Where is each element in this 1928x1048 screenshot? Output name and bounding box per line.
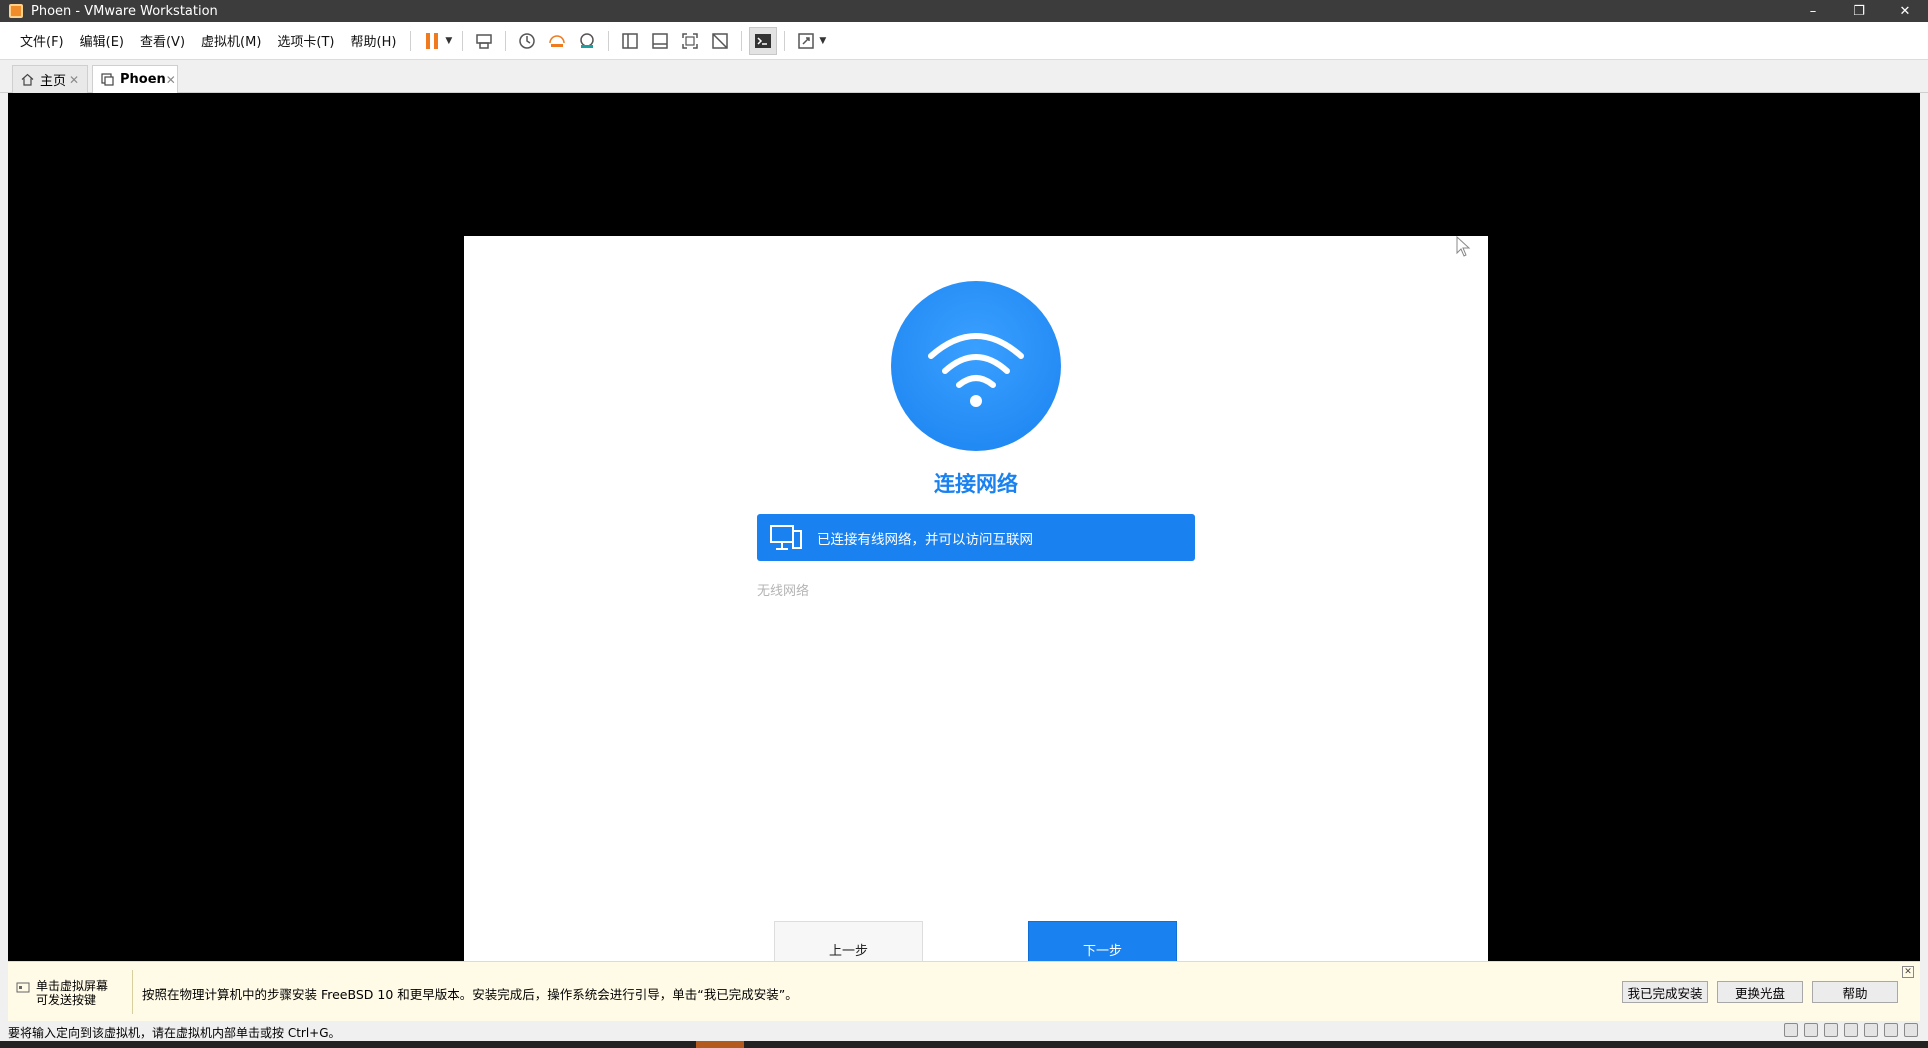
revert-snapshot-icon: [549, 34, 566, 47]
keyboard-send-icon: [16, 981, 30, 995]
toolbar-divider: [505, 30, 507, 51]
hint-divider: [132, 970, 133, 1014]
hard-disk-icon[interactable]: [1784, 1023, 1798, 1037]
click-screen-hint-text: 单击虚拟屏幕可发送按键: [36, 979, 109, 1007]
pause-button[interactable]: [418, 27, 446, 55]
wireless-network-label: 无线网络: [757, 584, 810, 599]
toolbar-divider: [410, 30, 412, 51]
vm-display[interactable]: 连接网络 已连接有线网络，并可以访问互联网 无线网络 上一步 下一步: [8, 93, 1920, 1003]
menu-toolbar: 文件(F) 编辑(E) 查看(V) 虚拟机(M) 选项卡(T) 帮助(H) ▼ …: [0, 22, 1928, 60]
tab-vm[interactable]: Phoen ✕: [92, 65, 178, 93]
install-hint-bar: 单击虚拟屏幕可发送按键 按照在物理计算机中的步骤安装 FreeBSD 10 和更…: [8, 961, 1920, 1021]
fullscreen-button[interactable]: [676, 27, 704, 55]
snapshot-icon: [519, 32, 536, 49]
tab-home[interactable]: 主页 ✕: [12, 65, 88, 93]
snapshot-button[interactable]: [513, 27, 541, 55]
change-disc-button[interactable]: 更换光盘: [1717, 981, 1803, 1003]
taskbar-active-app[interactable]: [696, 1041, 744, 1048]
click-screen-hint: 单击虚拟屏幕可发送按键: [16, 979, 118, 1007]
menu-tabs[interactable]: 选项卡(T): [269, 31, 342, 50]
menu-help[interactable]: 帮助(H): [343, 31, 405, 50]
toolbar-divider: [741, 30, 743, 51]
mouse-cursor-icon: [1456, 235, 1472, 262]
console-view-button[interactable]: [749, 26, 778, 55]
status-bar: 要将输入定向到该虚拟机，请在虚拟机内部单击或按 Ctrl+G。: [0, 1021, 1928, 1041]
snapshot-manager-button[interactable]: [573, 27, 601, 55]
tab-home-close-icon[interactable]: ✕: [69, 73, 79, 87]
fullscreen-icon: [682, 32, 699, 49]
revert-snapshot-button[interactable]: [543, 27, 571, 55]
sound-card-icon[interactable]: [1844, 1023, 1858, 1037]
vmware-app-icon: [9, 4, 23, 18]
unity-icon: [712, 32, 729, 49]
menu-vm[interactable]: 虚拟机(M): [193, 31, 269, 50]
send-ctrl-alt-del-icon: [476, 33, 493, 49]
printer-icon[interactable]: [1864, 1023, 1878, 1037]
network-adapter-icon[interactable]: [1824, 1023, 1838, 1037]
home-icon: [21, 73, 34, 86]
pause-dropdown-caret[interactable]: ▼: [445, 36, 452, 46]
stretch-dropdown-caret[interactable]: ▼: [819, 36, 826, 46]
vm-icon: [101, 73, 114, 86]
restore-button[interactable]: ❐: [1836, 0, 1882, 22]
stretch-button[interactable]: [792, 27, 820, 55]
wired-network-status: 已连接有线网络，并可以访问互联网: [817, 531, 1033, 548]
stretch-icon: [798, 32, 815, 49]
menu-file[interactable]: 文件(F): [12, 31, 72, 50]
wifi-badge: [891, 281, 1061, 451]
menu-edit[interactable]: 编辑(E): [72, 31, 132, 50]
minimize-button[interactable]: –: [1790, 0, 1836, 22]
tab-vm-close-icon[interactable]: ✕: [166, 73, 176, 87]
install-hint-message: 按照在物理计算机中的步骤安装 FreeBSD 10 和更早版本。安装完成后，操作…: [142, 987, 798, 1002]
wired-network-icon: [769, 523, 803, 553]
close-button[interactable]: ✕: [1882, 0, 1928, 22]
device-status-icons: [1784, 1023, 1918, 1037]
os-taskbar: [0, 1041, 1928, 1048]
window-title: Phoen - VMware Workstation: [31, 3, 218, 19]
unity-button[interactable]: [706, 27, 734, 55]
tab-home-label: 主页: [40, 74, 67, 89]
status-text: 要将输入定向到该虚拟机，请在虚拟机内部单击或按 Ctrl+G。: [8, 1026, 341, 1040]
tab-bar: 主页 ✕ Phoen ✕: [0, 61, 1928, 93]
thumbnail-icon: [652, 32, 669, 49]
setup-dialog: 连接网络 已连接有线网络，并可以访问互联网 无线网络 上一步 下一步: [464, 236, 1488, 1003]
setup-title: 连接网络: [934, 472, 1018, 496]
cd-dvd-icon[interactable]: [1804, 1023, 1818, 1037]
library-icon: [622, 32, 639, 49]
message-log-icon[interactable]: [1904, 1023, 1918, 1037]
wired-network-item[interactable]: 已连接有线网络，并可以访问互联网: [757, 514, 1195, 561]
tab-vm-label: Phoen: [120, 72, 166, 87]
hint-help-button[interactable]: 帮助: [1812, 981, 1898, 1003]
pause-icon: [426, 32, 439, 49]
hint-close-icon[interactable]: ✕: [1902, 966, 1914, 978]
toolbar-divider: [608, 30, 610, 51]
menu-view[interactable]: 查看(V): [132, 31, 193, 50]
toolbar-divider: [462, 30, 464, 51]
toolbar-divider: [784, 30, 786, 51]
wifi-icon: [928, 333, 1024, 407]
title-bar: Phoen - VMware Workstation – ❐ ✕: [0, 0, 1928, 22]
thumbnail-button[interactable]: [646, 27, 674, 55]
snapshot-manager-icon: [580, 32, 595, 48]
library-button[interactable]: [616, 27, 644, 55]
installation-done-button[interactable]: 我已完成安装: [1622, 981, 1708, 1003]
send-ctrl-alt-del-button[interactable]: [470, 27, 498, 55]
window-controls: – ❐ ✕: [1790, 0, 1928, 22]
console-icon: [755, 33, 772, 48]
usb-icon[interactable]: [1884, 1023, 1898, 1037]
